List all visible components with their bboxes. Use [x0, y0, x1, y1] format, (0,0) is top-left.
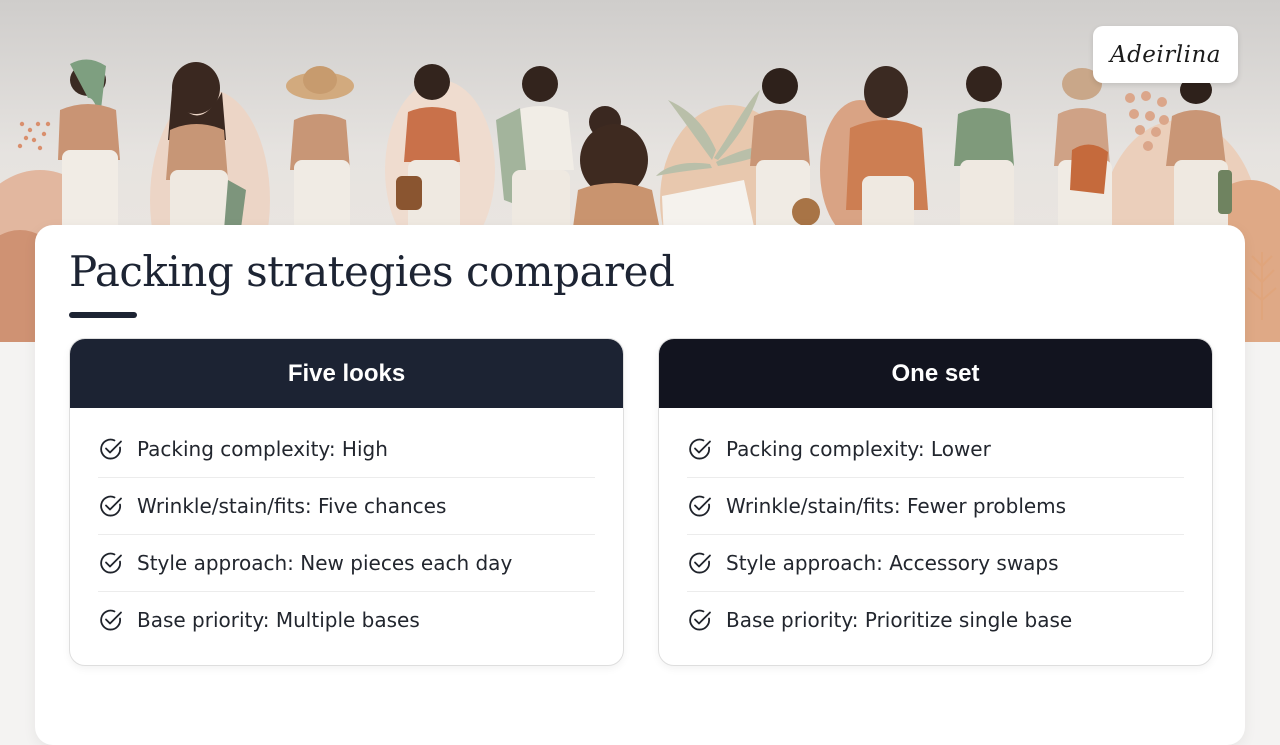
check-circle-icon: [689, 609, 711, 631]
check-circle-icon: [689, 438, 711, 460]
list-item-text: Style approach: Accessory swaps: [726, 551, 1059, 575]
list-item-text: Wrinkle/stain/fits: Five chances: [137, 494, 447, 518]
list-item: Style approach: New pieces each day: [98, 535, 595, 592]
comparison-panel-five-looks: Five looks Packing complexity: High Wrin…: [69, 338, 624, 666]
check-circle-icon: [689, 552, 711, 574]
panel-header: One set: [659, 339, 1212, 408]
list-item-text: Packing complexity: Lower: [726, 437, 991, 461]
list-item-text: Style approach: New pieces each day: [137, 551, 513, 575]
title-underline: [69, 312, 137, 318]
list-item: Wrinkle/stain/fits: Five chances: [98, 478, 595, 535]
list-item-text: Base priority: Multiple bases: [137, 608, 420, 632]
comparison-panel-one-set: One set Packing complexity: Lower Wrinkl…: [658, 338, 1213, 666]
list-item: Packing complexity: High: [98, 421, 595, 478]
page-title: Packing strategies compared: [69, 247, 675, 296]
content-card: Packing strategies compared Five looks P…: [35, 225, 1245, 745]
check-circle-icon: [100, 438, 122, 460]
list-item: Base priority: Multiple bases: [98, 592, 595, 648]
brand-logo: Adeirlina: [1093, 26, 1238, 83]
panel-item-list: Packing complexity: High Wrinkle/stain/f…: [70, 408, 623, 648]
check-circle-icon: [689, 495, 711, 517]
check-circle-icon: [100, 552, 122, 574]
list-item: Packing complexity: Lower: [687, 421, 1184, 478]
list-item: Base priority: Prioritize single base: [687, 592, 1184, 648]
panel-header: Five looks: [70, 339, 623, 408]
check-circle-icon: [100, 609, 122, 631]
list-item-text: Wrinkle/stain/fits: Fewer problems: [726, 494, 1067, 518]
list-item-text: Packing complexity: High: [137, 437, 388, 461]
list-item: Wrinkle/stain/fits: Fewer problems: [687, 478, 1184, 535]
check-circle-icon: [100, 495, 122, 517]
list-item: Style approach: Accessory swaps: [687, 535, 1184, 592]
list-item-text: Base priority: Prioritize single base: [726, 608, 1073, 632]
panel-item-list: Packing complexity: Lower Wrinkle/stain/…: [659, 408, 1212, 648]
